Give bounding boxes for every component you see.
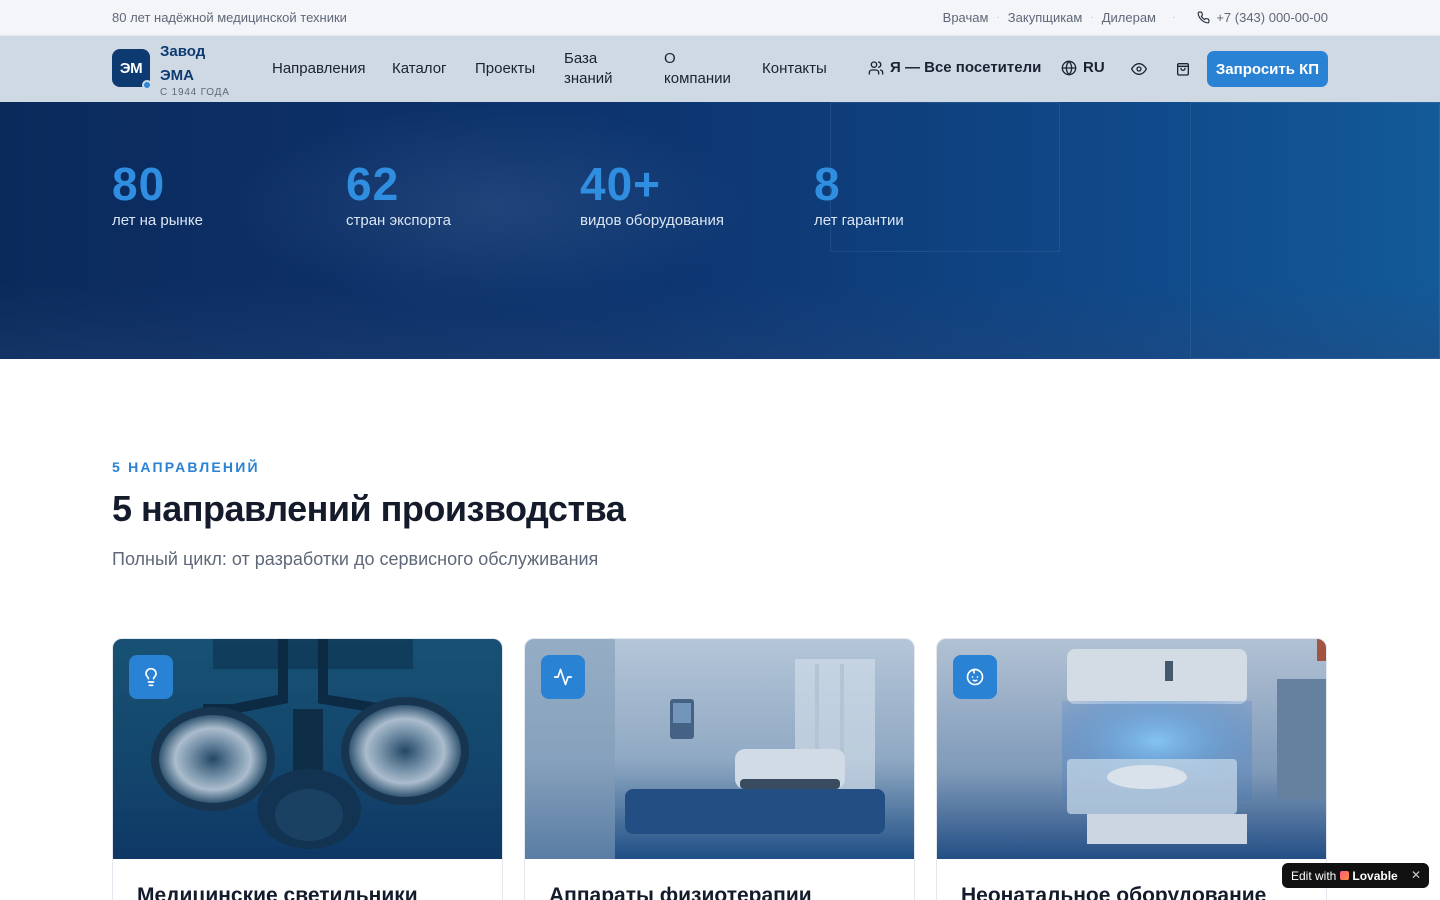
audience-links: Врачам · Закупщикам · Дилерам · +7 (343)… bbox=[943, 10, 1328, 25]
phone-number: +7 (343) 000-00-00 bbox=[1216, 10, 1328, 25]
card-title: Неонатальное оборудование bbox=[961, 884, 1267, 900]
lovable-brand-label: Lovable bbox=[1352, 868, 1398, 883]
nav-catalog[interactable]: Каталог bbox=[392, 59, 447, 79]
stat-label: стран экспорта bbox=[346, 212, 451, 229]
stat-value: 80 bbox=[112, 158, 166, 210]
card-title: Медицинские светильники bbox=[137, 884, 418, 900]
main-header: ЭМ Завод ЭМА С 1944 ГОДА Направления Кат… bbox=[0, 36, 1440, 102]
stat-label: лет на рынке bbox=[112, 212, 203, 229]
direction-card-lights[interactable]: Медицинские светильники bbox=[112, 638, 503, 900]
nav-about[interactable]: О компании bbox=[664, 49, 736, 89]
separator-dot: · bbox=[1090, 12, 1094, 23]
baby-icon bbox=[966, 668, 984, 686]
nav-directions[interactable]: Направления bbox=[272, 59, 366, 79]
audience-selector[interactable]: Я — Все посетители bbox=[868, 59, 1041, 76]
stat-warranty: 8 лет гарантии bbox=[814, 160, 904, 229]
stat-equipment-types: 40+ видов оборудования bbox=[580, 160, 724, 229]
eye-icon bbox=[1131, 63, 1147, 75]
cart-button[interactable] bbox=[1173, 59, 1193, 79]
card-icon-badge bbox=[541, 655, 585, 699]
users-icon bbox=[868, 60, 884, 75]
stat-countries: 62 стран экспорта bbox=[346, 160, 451, 229]
brand-name[interactable]: Завод ЭМА bbox=[160, 40, 230, 88]
nav-knowledge-base[interactable]: База знаний bbox=[564, 49, 624, 89]
card-icon-badge bbox=[953, 655, 997, 699]
link-buyers[interactable]: Закупщикам bbox=[1008, 10, 1083, 25]
link-doctors[interactable]: Врачам bbox=[943, 10, 989, 25]
brand-since: С 1944 ГОДА bbox=[160, 87, 230, 98]
lovable-prefix: Edit with bbox=[1291, 868, 1337, 883]
shopping-bag-icon bbox=[1177, 62, 1189, 76]
hero-stats-banner: 80 лет на рынке 62 стран экспорта 40+ ви… bbox=[0, 102, 1440, 359]
language-label: RU bbox=[1083, 59, 1105, 76]
nav-projects[interactable]: Проекты bbox=[475, 59, 535, 79]
phone-link[interactable]: +7 (343) 000-00-00 bbox=[1197, 10, 1328, 25]
stat-years: 80 лет на рынке bbox=[112, 160, 203, 229]
hero-background-shape bbox=[1190, 102, 1440, 359]
phone-icon bbox=[1197, 11, 1210, 24]
stat-value: 40+ bbox=[580, 158, 662, 210]
lovable-heart-icon bbox=[1340, 871, 1350, 880]
tagline: 80 лет надёжной медицинской техники bbox=[112, 10, 347, 25]
activity-icon bbox=[553, 668, 573, 686]
link-dealers[interactable]: Дилерам bbox=[1102, 10, 1156, 25]
close-icon[interactable]: ✕ bbox=[1411, 868, 1421, 882]
stat-label: лет гарантии bbox=[814, 212, 904, 229]
audience-label: Я — Все посетители bbox=[890, 59, 1042, 76]
request-quote-button[interactable]: Запросить КП bbox=[1207, 51, 1328, 87]
separator-dot: · bbox=[996, 12, 1000, 23]
separator-dot: · bbox=[1171, 12, 1176, 23]
direction-card-neonatal[interactable]: Неонатальное оборудование bbox=[936, 638, 1327, 900]
logo-status-dot bbox=[142, 80, 152, 90]
accessibility-button[interactable] bbox=[1129, 59, 1149, 79]
direction-card-physiotherapy[interactable]: Аппараты физиотерапии bbox=[524, 638, 915, 900]
stat-value: 62 bbox=[346, 158, 400, 210]
card-icon-badge bbox=[129, 655, 173, 699]
section-subtitle: Полный цикл: от разработки до сервисного… bbox=[112, 549, 599, 569]
edit-with-lovable-badge[interactable]: Edit with Lovable ✕ bbox=[1282, 863, 1429, 888]
lovable-brand: Lovable bbox=[1340, 868, 1398, 883]
nav-contacts[interactable]: Контакты bbox=[762, 59, 827, 79]
lightbulb-icon bbox=[145, 667, 157, 687]
top-utility-bar: 80 лет надёжной медицинской техники Врач… bbox=[0, 0, 1440, 36]
stat-label: видов оборудования bbox=[580, 212, 725, 229]
card-title: Аппараты физиотерапии bbox=[549, 884, 812, 900]
globe-icon bbox=[1061, 60, 1077, 75]
section-eyebrow: 5 НАПРАВЛЕНИЙ bbox=[112, 459, 260, 475]
language-selector[interactable]: RU bbox=[1061, 59, 1105, 76]
stat-value: 8 bbox=[814, 158, 841, 210]
section-title: 5 направлений производства bbox=[112, 488, 626, 529]
